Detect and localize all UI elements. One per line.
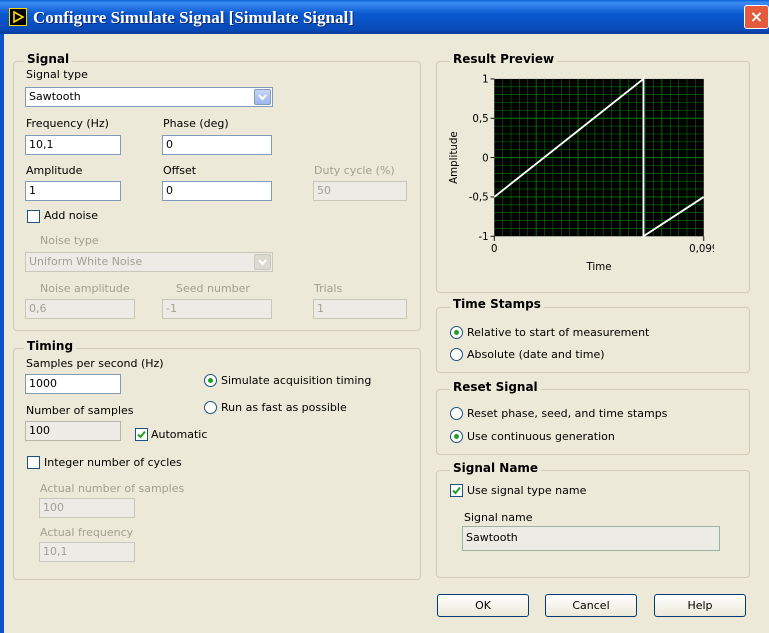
automatic-label: Automatic — [151, 428, 208, 441]
reset-signal-group — [436, 389, 750, 455]
duty-cycle-label: Duty cycle (%) — [314, 164, 395, 177]
amplitude-input[interactable]: 1 — [25, 181, 121, 201]
signal-type-select[interactable]: Sawtooth — [25, 87, 273, 107]
simulate-timing-label: Simulate acquisition timing — [221, 374, 372, 387]
signal-type-value: Sawtooth — [29, 90, 81, 103]
checkmark-icon — [452, 486, 461, 495]
chevron-down-icon — [258, 259, 267, 266]
y-tick-label: -1 — [478, 231, 488, 243]
reset-phase-label: Reset phase, seed, and time stamps — [467, 407, 668, 420]
amplitude-label: Amplitude — [26, 164, 83, 177]
relative-time-label: Relative to start of measurement — [467, 326, 650, 339]
seed-number-input: -1 — [162, 299, 272, 319]
window-frame — [0, 34, 4, 633]
signal-group-title: Signal — [24, 52, 73, 66]
actual-frequency-input: 10,1 — [39, 542, 135, 562]
noise-type-value: Uniform White Noise — [29, 255, 143, 268]
y-axis-label: Amplitude — [448, 131, 460, 183]
labview-icon — [9, 8, 27, 26]
noise-type-label: Noise type — [40, 234, 99, 247]
trials-input: 1 — [313, 299, 407, 319]
use-type-name-label: Use signal type name — [467, 484, 587, 497]
run-fast-label: Run as fast as possible — [221, 401, 347, 414]
signal-name-input: Sawtooth — [462, 526, 720, 551]
integer-cycles-label: Integer number of cycles — [44, 456, 182, 469]
offset-label: Offset — [163, 164, 197, 177]
frequency-input[interactable]: 10,1 — [25, 135, 121, 155]
y-tick-label: 0,5 — [472, 113, 488, 125]
samples-per-second-input[interactable]: 1000 — [25, 374, 121, 394]
integer-cycles-checkbox[interactable] — [27, 456, 40, 469]
noise-type-select: Uniform White Noise — [25, 252, 273, 272]
x-tick-label: 0 — [491, 243, 498, 255]
result-preview-chart: 10,50-0,5-100,099TimeAmplitude — [448, 74, 714, 273]
signal-type-label: Signal type — [26, 68, 88, 81]
cancel-button[interactable]: Cancel — [545, 594, 637, 617]
y-tick-label: 0 — [482, 152, 489, 164]
actual-samples-label: Actual number of samples — [40, 482, 185, 495]
noise-amplitude-label: Noise amplitude — [40, 282, 130, 295]
run-fast-radio[interactable] — [204, 401, 217, 414]
noise-amplitude-input: 0,6 — [25, 299, 135, 319]
absolute-time-radio[interactable] — [450, 348, 463, 361]
absolute-time-label: Absolute (date and time) — [467, 348, 605, 361]
use-type-name-checkbox[interactable] — [450, 484, 463, 497]
automatic-checkbox[interactable] — [135, 428, 148, 441]
frequency-label: Frequency (Hz) — [26, 117, 109, 130]
time-stamps-group — [436, 307, 750, 373]
add-noise-label: Add noise — [44, 209, 99, 222]
offset-input[interactable]: 0 — [162, 181, 272, 201]
continuous-generation-radio[interactable] — [450, 430, 463, 443]
signal-name-label: Signal name — [464, 511, 533, 524]
number-of-samples-input: 100 — [25, 421, 121, 441]
checkmark-icon — [137, 430, 146, 439]
actual-samples-input: 100 — [39, 498, 135, 518]
add-noise-checkbox[interactable] — [27, 210, 40, 223]
samples-per-second-label: Samples per second (Hz) — [26, 357, 164, 370]
trials-label: Trials — [314, 282, 343, 295]
seed-number-label: Seed number — [176, 282, 250, 295]
x-tick-label: 0,099 — [689, 243, 714, 255]
number-of-samples-label: Number of samples — [26, 404, 134, 417]
signal-type-dropdown-button[interactable] — [254, 89, 271, 105]
actual-frequency-label: Actual frequency — [40, 526, 134, 539]
phase-label: Phase (deg) — [163, 117, 229, 130]
close-button[interactable]: × — [744, 5, 769, 29]
window-title: Configure Simulate Signal [Simulate Sign… — [33, 8, 354, 27]
simulate-timing-radio[interactable] — [204, 374, 217, 387]
phase-input[interactable]: 0 — [162, 135, 272, 155]
reset-signal-title: Reset Signal — [450, 380, 541, 394]
chevron-down-icon — [258, 94, 267, 101]
relative-time-radio[interactable] — [450, 326, 463, 339]
x-axis-label: Time — [585, 261, 611, 273]
ok-button[interactable]: OK — [437, 594, 529, 617]
timing-group-title: Timing — [24, 339, 77, 353]
signal-name-title: Signal Name — [450, 461, 542, 475]
y-tick-label: -0,5 — [469, 192, 489, 204]
help-button[interactable]: Help — [654, 594, 746, 617]
y-tick-label: 1 — [482, 74, 489, 86]
continuous-generation-label: Use continuous generation — [467, 430, 615, 443]
noise-type-dropdown-button — [254, 254, 271, 270]
duty-cycle-input: 50 — [313, 181, 407, 201]
time-stamps-title: Time Stamps — [450, 297, 544, 311]
reset-phase-radio[interactable] — [450, 407, 463, 420]
